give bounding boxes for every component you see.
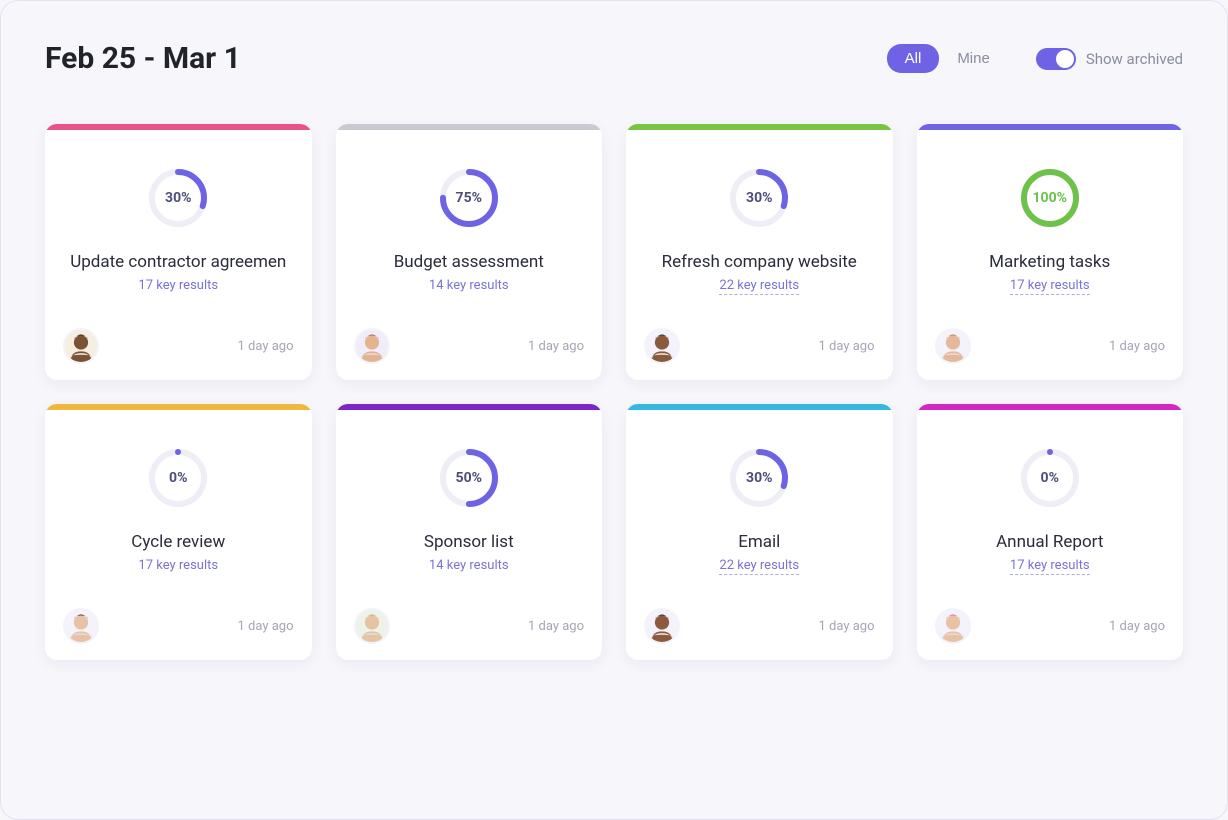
progress-percent: 30% [727,166,791,230]
filter-mine-button[interactable]: Mine [939,44,1008,73]
show-archived-label: Show archived [1086,50,1183,68]
progress-percent: 50% [437,446,501,510]
timestamp: 1 day ago [819,619,875,634]
key-results-link[interactable]: 22 key results [719,278,799,295]
progress-ring: 0% [1018,446,1082,510]
timestamp: 1 day ago [1109,339,1165,354]
toggle-knob [1056,50,1074,68]
avatar[interactable] [63,328,99,364]
header-controls: All Mine Show archived [887,44,1183,73]
card-footer: 1 day ago [626,608,893,660]
key-results-link[interactable]: 17 key results [138,558,218,573]
progress-ring: 30% [727,446,791,510]
card-title: Annual Report [917,532,1184,552]
cards-grid: 30% Update contractor agreemen 17 key re… [45,124,1183,660]
card-body: 30% Update contractor agreemen 17 key re… [45,130,312,328]
progress-percent: 30% [727,446,791,510]
card-footer: 1 day ago [336,328,603,380]
key-results-link[interactable]: 17 key results [138,278,218,293]
card-footer: 1 day ago [917,328,1184,380]
goal-card[interactable]: 100% Marketing tasks 17 key results 1 da… [917,124,1184,380]
goal-card[interactable]: 0% Annual Report 17 key results 1 day ag… [917,404,1184,660]
card-title: Budget assessment [336,252,603,272]
card-body: 100% Marketing tasks 17 key results [917,130,1184,328]
timestamp: 1 day ago [819,339,875,354]
avatar[interactable] [63,608,99,644]
card-body: 75% Budget assessment 14 key results [336,130,603,328]
key-results-link[interactable]: 17 key results [1010,278,1090,295]
page-container: Feb 25 - Mar 1 All Mine Show archived [0,0,1228,820]
card-footer: 1 day ago [336,608,603,660]
card-footer: 1 day ago [917,608,1184,660]
card-body: 30% Email 22 key results [626,410,893,608]
progress-percent: 0% [146,446,210,510]
avatar[interactable] [935,328,971,364]
goal-card[interactable]: 0% Cycle review 17 key results 1 day ago [45,404,312,660]
card-title: Marketing tasks [917,252,1184,272]
card-title: Update contractor agreemen [45,252,312,272]
progress-ring: 30% [727,166,791,230]
key-results-link[interactable]: 14 key results [429,278,509,293]
key-results-link[interactable]: 14 key results [429,558,509,573]
goal-card[interactable]: 30% Update contractor agreemen 17 key re… [45,124,312,380]
avatar[interactable] [644,608,680,644]
avatar[interactable] [935,608,971,644]
timestamp: 1 day ago [1109,619,1165,634]
progress-percent: 30% [146,166,210,230]
card-footer: 1 day ago [45,608,312,660]
progress-ring: 30% [146,166,210,230]
archived-group: Show archived [1036,48,1183,70]
progress-percent: 100% [1018,166,1082,230]
progress-ring: 50% [437,446,501,510]
page-title: Feb 25 - Mar 1 [45,41,241,76]
card-title: Refresh company website [626,252,893,272]
progress-percent: 0% [1018,446,1082,510]
goal-card[interactable]: 75% Budget assessment 14 key results 1 d… [336,124,603,380]
goal-card[interactable]: 50% Sponsor list 14 key results 1 day ag… [336,404,603,660]
timestamp: 1 day ago [238,339,294,354]
filter-all-button[interactable]: All [887,44,940,73]
card-footer: 1 day ago [626,328,893,380]
progress-percent: 75% [437,166,501,230]
card-title: Email [626,532,893,552]
card-title: Cycle review [45,532,312,552]
key-results-link[interactable]: 17 key results [1010,558,1090,575]
card-body: 50% Sponsor list 14 key results [336,410,603,608]
progress-ring: 0% [146,446,210,510]
card-body: 30% Refresh company website 22 key resul… [626,130,893,328]
filter-group: All Mine [887,44,1008,73]
card-body: 0% Annual Report 17 key results [917,410,1184,608]
show-archived-toggle[interactable] [1036,48,1076,70]
key-results-link[interactable]: 22 key results [719,558,799,575]
avatar[interactable] [354,328,390,364]
goal-card[interactable]: 30% Email 22 key results 1 day ago [626,404,893,660]
progress-ring: 75% [437,166,501,230]
card-body: 0% Cycle review 17 key results [45,410,312,608]
progress-ring: 100% [1018,166,1082,230]
card-title: Sponsor list [336,532,603,552]
avatar[interactable] [354,608,390,644]
timestamp: 1 day ago [528,619,584,634]
avatar[interactable] [644,328,680,364]
timestamp: 1 day ago [238,619,294,634]
card-footer: 1 day ago [45,328,312,380]
goal-card[interactable]: 30% Refresh company website 22 key resul… [626,124,893,380]
header: Feb 25 - Mar 1 All Mine Show archived [45,41,1183,76]
timestamp: 1 day ago [528,339,584,354]
